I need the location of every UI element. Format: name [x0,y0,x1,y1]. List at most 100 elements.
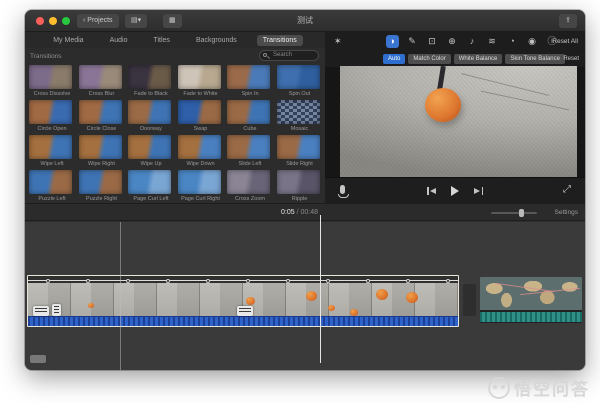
magic-wand-icon[interactable]: ✶ [334,36,342,47]
volume-keyframe-dot[interactable] [246,279,250,283]
content-library-button[interactable] [30,355,46,363]
transition-slide-left[interactable]: Slide Left [227,135,273,167]
transition-thumbnail[interactable] [128,100,171,124]
search-input[interactable]: Search [259,50,319,61]
transition-thumbnail[interactable] [178,100,221,124]
transition-thumbnail[interactable] [277,100,320,124]
transition-page-curl-left[interactable]: Page Curl Left [128,170,174,202]
transition-wipe-down[interactable]: Wipe Down [178,135,224,167]
play-button[interactable] [451,186,459,196]
transition-cross-zoom[interactable]: Cross Zoom [227,170,273,202]
transition-thumbnail[interactable] [277,170,320,194]
transition-puzzle-left[interactable]: Puzzle Left [29,170,75,202]
transition-cross-blur[interactable]: Cross Blur [79,65,125,97]
transition-circle-open[interactable]: Circle Open [29,100,75,132]
speed-badge[interactable] [237,306,253,316]
transition-thumbnail[interactable] [29,170,72,194]
volume-keyframe-dot[interactable] [406,279,410,283]
timeline-zoom-slider[interactable] [491,212,537,214]
volume-keyframe-dot[interactable] [286,279,290,283]
video-clip-selected[interactable] [27,275,459,327]
transition-wipe-left[interactable]: Wipe Left [29,135,75,167]
volume-keyframe-dot[interactable] [206,279,210,283]
window-title: 测试 [25,15,585,26]
transition-thumbnail[interactable] [277,65,320,89]
speed-badge[interactable] [33,306,49,316]
noise-reduction-icon[interactable]: ≋ [486,35,499,48]
transition-thumbnail[interactable] [128,65,171,89]
tab-audio[interactable]: Audio [104,35,134,46]
transition-puzzle-right[interactable]: Puzzle Right [79,170,125,202]
speed-icon[interactable]: ◔ [506,35,519,48]
tab-backgrounds[interactable]: Backgrounds [190,35,243,46]
previous-frame-button[interactable] [427,187,437,195]
volume-keyframe-dot[interactable] [446,279,450,283]
transition-mosaic[interactable]: Mosaic [277,100,323,132]
transition-thumbnail[interactable] [277,135,320,159]
white-balance-button[interactable]: White Balance [454,54,503,64]
volume-keyframe-dot[interactable] [166,279,170,283]
auto-button[interactable]: Auto [383,54,405,64]
transition-thumbnail[interactable] [178,65,221,89]
transition-thumbnail[interactable] [79,135,122,159]
volume-line[interactable] [28,280,458,281]
next-frame-button[interactable] [473,187,483,195]
transition-thumbnail[interactable] [227,135,270,159]
color-correction-icon[interactable]: ✎ [406,35,419,48]
transition-slide-right[interactable]: Slide Right [277,135,323,167]
voiceover-mic-icon[interactable] [340,185,345,194]
filters-icon[interactable]: ◉ [526,35,539,48]
transition-thumbnail[interactable] [79,170,122,194]
transition-swap[interactable]: Swap [178,100,224,132]
fullscreen-icon[interactable]: ⤢ [563,184,571,195]
tab-titles[interactable]: Titles [147,35,175,46]
volume-keyframe-dot[interactable] [326,279,330,283]
zoom-slider-thumb[interactable] [519,209,524,217]
share-button[interactable]: ⇪ [559,14,577,28]
playhead[interactable] [320,215,321,363]
transition-thumbnail[interactable] [178,135,221,159]
transition-thumbnail[interactable] [29,100,72,124]
transition-thumbnail[interactable] [79,100,122,124]
reset-button[interactable]: Reset [563,56,579,62]
transition-thumbnail[interactable] [178,170,221,194]
transition-spin-in[interactable]: Spin In [227,65,273,97]
map-route-line [520,288,580,295]
transition-label: Page Curl Right [178,196,224,202]
tab-transitions[interactable]: Transitions [257,35,303,46]
reset-all-button[interactable]: Reset All [552,38,578,45]
transition-thumbnail[interactable] [29,135,72,159]
stabilization-icon[interactable]: ⊕ [446,35,459,48]
volume-keyframe-dot[interactable] [46,279,50,283]
transition-fade-to-white[interactable]: Fade to White [178,65,224,97]
color-balance-icon[interactable]: ◑ [386,35,399,48]
transition-thumbnail[interactable] [79,65,122,89]
tab-my-media[interactable]: My Media [47,35,89,46]
transition-doorway[interactable]: Doorway [128,100,174,132]
transition-thumbnail[interactable] [227,100,270,124]
volume-icon[interactable]: ♪ [466,35,479,48]
transition-spin-out[interactable]: Spin Out [277,65,323,97]
transition-thumbnail[interactable] [227,170,270,194]
transition-wipe-right[interactable]: Wipe Right [79,135,125,167]
skin-tone-balance-button[interactable]: Skin Tone Balance [505,54,565,64]
transition-fade-to-black[interactable]: Fade to Black [128,65,174,97]
transition-thumbnail[interactable] [128,170,171,194]
transition-cube[interactable]: Cube [227,100,273,132]
transition-thumbnail[interactable] [29,65,72,89]
crop-icon[interactable]: ⊡ [426,35,439,48]
adjustment-badge[interactable] [52,304,61,316]
transition-ripple[interactable]: Ripple [277,170,323,202]
map-clip[interactable] [480,277,582,323]
transition-thumbnail[interactable] [128,135,171,159]
volume-keyframe-dot[interactable] [366,279,370,283]
transition-wipe-up[interactable]: Wipe Up [128,135,174,167]
transition-circle-close[interactable]: Circle Close [79,100,125,132]
timeline-settings-button[interactable]: Settings [555,209,579,216]
volume-keyframe-dot[interactable] [126,279,130,283]
match-color-button[interactable]: Match Color [408,54,450,64]
volume-keyframe-dot[interactable] [86,279,90,283]
transition-thumbnail[interactable] [227,65,270,89]
transition-page-curl-right[interactable]: Page Curl Right [178,170,224,202]
transition-cross-dissolve[interactable]: Cross Dissolve [29,65,75,97]
